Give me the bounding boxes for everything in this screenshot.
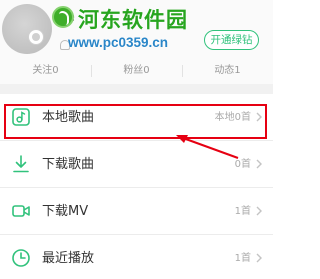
menu-item-label: 下载MV: [42, 204, 89, 219]
chevron-right-icon: [256, 253, 262, 263]
menu-item-recent-plays[interactable]: 最近播放 1首: [0, 235, 273, 279]
stat-followers[interactable]: 粉丝0: [91, 60, 182, 82]
video-camera-icon: [12, 205, 30, 217]
download-icon: [13, 155, 29, 173]
avatar[interactable]: [2, 4, 52, 54]
my-music-menu: 本地歌曲 本地0首 下载歌曲 0首 下载MV 1首 最近播放 1首: [0, 94, 273, 279]
watermark-url: www.pc0359.cn: [68, 35, 169, 50]
menu-item-count: 0首: [234, 159, 251, 170]
chevron-right-icon: [256, 112, 262, 122]
menu-item-count: 1首: [234, 206, 251, 217]
menu-item-label: 本地歌曲: [42, 110, 95, 125]
profile-header: ae 河东软件园 www.pc0359.cn 开通绿钻 关注0 粉丝0 动态1: [0, 0, 273, 84]
menu-item-downloaded-mv[interactable]: 下载MV 1首: [0, 188, 273, 235]
chevron-right-icon: [256, 159, 262, 169]
avatar-badge-icon: [28, 29, 44, 45]
menu-item-downloaded-songs[interactable]: 下载歌曲 0首: [0, 141, 273, 188]
menu-item-label: 最近播放: [42, 251, 95, 266]
clock-icon: [12, 249, 30, 267]
menu-item-count: 本地0首: [214, 112, 251, 123]
open-vip-button[interactable]: 开通绿钻: [204, 30, 259, 50]
section-divider: [0, 84, 273, 94]
menu-item-local-songs[interactable]: 本地歌曲 本地0首: [0, 94, 273, 141]
menu-item-label: 下载歌曲: [42, 157, 95, 172]
menu-item-count: 1首: [234, 253, 251, 264]
watermark-logo-icon: [52, 6, 74, 28]
stat-posts[interactable]: 动态1: [182, 60, 273, 82]
music-note-icon: [12, 108, 30, 126]
watermark-title: 河东软件园: [78, 7, 188, 32]
chevron-right-icon: [256, 206, 262, 216]
profile-stats: 关注0 粉丝0 动态1: [0, 60, 273, 82]
stat-following[interactable]: 关注0: [0, 60, 91, 82]
